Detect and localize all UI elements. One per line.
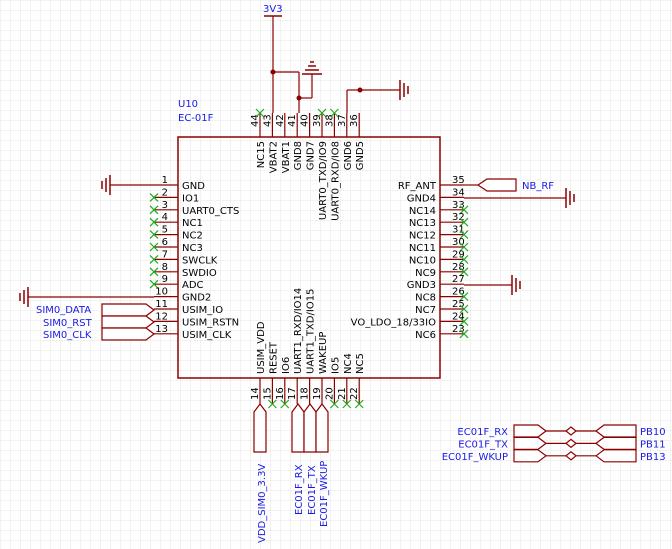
pin-name: IO1	[182, 193, 199, 204]
pin-number: 6	[162, 237, 168, 248]
pin-number: 5	[162, 225, 168, 236]
pin-name: GND7	[306, 141, 317, 170]
pin-number: 14	[250, 387, 261, 400]
pin-number: 21	[337, 387, 348, 400]
pin-name: NC3	[182, 243, 203, 254]
pin-name: NC6	[415, 330, 436, 341]
pin-name: VBAT1	[281, 141, 292, 173]
pin-number: 37	[337, 114, 348, 127]
net-label-sim0-clk: SIM0_CLK	[43, 330, 92, 341]
pin-number: 43	[262, 114, 273, 127]
pin-number: 3	[162, 200, 168, 211]
pin-name: GND6	[343, 141, 354, 170]
net-label-sim0-data: SIM0_DATA	[36, 305, 91, 316]
pin-number: 20	[324, 387, 335, 400]
pin-number: 12	[155, 311, 168, 322]
pin-name: NC12	[409, 231, 436, 242]
pin-number: 35	[452, 175, 465, 186]
pin-name: NC11	[409, 243, 436, 254]
pin-name: NC15	[256, 141, 267, 168]
net-link-right-label: PB13	[640, 452, 666, 463]
pin-name: GND3	[407, 280, 436, 291]
pin-number: 38	[324, 114, 335, 127]
schematic-canvas: U10 EC-01F 1GND2IO13UART0_CTS4NC15NC26NC…	[0, 0, 672, 549]
pin-number: 44	[250, 114, 261, 127]
pin-name: NC1	[182, 218, 203, 229]
pin-name: USIM_RSTN	[182, 317, 239, 328]
pin-name: NC9	[415, 268, 436, 279]
pin-name: GND4	[407, 193, 436, 204]
pin-name: IO5	[330, 357, 341, 374]
pin-name: GND	[182, 181, 205, 192]
pin-number: 18	[300, 387, 311, 400]
pin-name: NC10	[409, 255, 436, 266]
pin-number: 4	[162, 212, 168, 223]
pin-number: 9	[162, 274, 168, 285]
pin-name: UART0_CTS	[182, 206, 239, 217]
net-label-ec01f-wkup-bottom: EC01F_WKUP	[319, 461, 330, 527]
pin-number: 19	[312, 387, 323, 400]
pin-name: NC13	[409, 218, 436, 229]
pin-name: WAKEUP	[318, 332, 329, 374]
pin-name: VO_LDO_18/33IO	[351, 317, 436, 328]
pin-name: NC2	[182, 231, 203, 242]
pin-name: NC7	[415, 305, 436, 316]
pin-name: NC4	[343, 353, 354, 374]
pin-number: 13	[155, 324, 168, 335]
net-link-right-label: PB11	[640, 439, 666, 450]
pin-name: USIM_IO	[182, 305, 223, 316]
pin-name: NC14	[409, 206, 436, 217]
pin-name: SWCLK	[182, 255, 218, 266]
pin-name: UART0_TXD/IO9	[318, 141, 329, 220]
pin-name: UART1_RXD/IO14	[293, 288, 304, 374]
pin-number: 1	[162, 175, 168, 186]
pin-name: GND5	[355, 141, 366, 170]
pin-number: 42	[275, 114, 286, 127]
pin-number: 15	[262, 387, 273, 400]
pin-number: 11	[155, 299, 168, 310]
pin-number: 22	[349, 387, 360, 400]
pin-number: 27	[452, 274, 465, 285]
pin-number: 10	[155, 287, 168, 298]
pin-name: GND2	[182, 293, 211, 304]
power-label: 3V3	[263, 4, 283, 15]
component-reference: U10	[178, 99, 198, 110]
pin-name: GND8	[293, 141, 304, 170]
net-label-vdd-sim: VDD_SIM0_3.3V	[257, 464, 268, 543]
net-link-left-label: EC01F_TX	[458, 439, 508, 450]
pin-name: UART1_TXD/IO15	[306, 289, 317, 374]
net-label-sim0-rst: SIM0_RST	[43, 318, 93, 329]
pin-name: USIM_CLK	[182, 330, 232, 341]
net-label-ec01f-tx-bottom: EC01F_TX	[307, 465, 318, 515]
pin-name: IO6	[281, 357, 292, 374]
net-label-nb-rf: NB_RF	[522, 181, 554, 192]
pin-name: NC5	[355, 353, 366, 374]
pin-name: ADC	[182, 280, 204, 291]
pin-number: 41	[287, 114, 298, 127]
net-link-right-label: PB10	[640, 427, 666, 438]
net-port-vdd-sim: VDD_SIM0_3.3V	[253, 403, 268, 543]
pin-name: NC8	[415, 293, 436, 304]
pin-name: UART0_RXD/IO8	[330, 141, 341, 221]
net-label-ec01f-rx-bottom: EC01F_RX	[294, 464, 305, 515]
net-link-left-label: EC01F_WKUP	[442, 452, 508, 463]
pin-number: 34	[452, 187, 465, 198]
pin-name: USIM_VDD	[256, 321, 267, 374]
pin-number: 7	[162, 249, 168, 260]
net-port-ec01f-wkup: EC01F_WKUP	[315, 403, 330, 527]
grid-background	[0, 0, 672, 549]
pin-number: 16	[275, 387, 286, 400]
pin-number: 2	[162, 187, 168, 198]
net-link-left-label: EC01F_RX	[457, 427, 508, 438]
pin-name: RF_ANT	[398, 181, 437, 192]
pin-name: VBAT2	[268, 141, 279, 173]
pin-number: 17	[287, 387, 298, 400]
pin-name: RESET	[268, 341, 279, 374]
pin-number: 8	[162, 262, 168, 273]
pin-number: 36	[349, 114, 360, 127]
pin-number: 39	[312, 114, 323, 127]
pin-number: 40	[300, 114, 311, 127]
component-value: EC-01F	[178, 113, 214, 124]
pin-name: SWDIO	[182, 268, 217, 279]
